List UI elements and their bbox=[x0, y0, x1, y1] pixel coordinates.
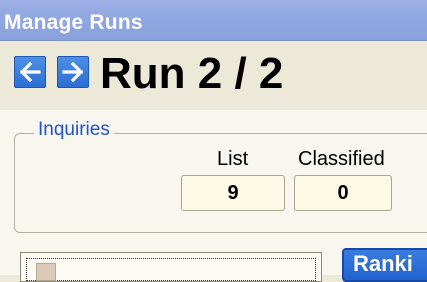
run-title: Run 2 / 2 bbox=[100, 49, 284, 98]
ranking-button[interactable]: Ranki bbox=[342, 248, 427, 282]
classified-count-field: 0 bbox=[294, 175, 392, 211]
list-label: List bbox=[217, 148, 249, 170]
next-run-button[interactable] bbox=[57, 56, 89, 88]
window-titlebar: Manage Runs bbox=[0, 0, 427, 41]
arrow-left-icon bbox=[19, 61, 41, 83]
arrow-right-icon bbox=[62, 61, 84, 83]
classified-label: Classified bbox=[298, 148, 385, 170]
list-count-field: 9 bbox=[181, 175, 285, 211]
window-title: Manage Runs bbox=[4, 11, 143, 34]
previous-run-button[interactable] bbox=[14, 56, 46, 88]
run-list-box[interactable] bbox=[20, 252, 322, 282]
inquiries-legend: Inquiries bbox=[34, 119, 114, 141]
item-color-swatch bbox=[36, 263, 56, 281]
run-navigation: Run 2 / 2 bbox=[0, 44, 427, 108]
focus-rectangle bbox=[26, 258, 316, 281]
